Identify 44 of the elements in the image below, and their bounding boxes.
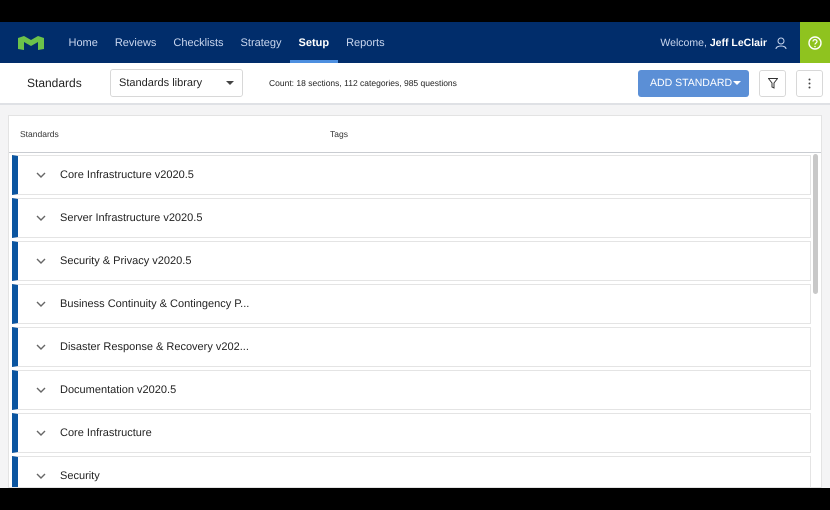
standard-name: Disaster Response & Recovery v202... (60, 341, 249, 353)
standard-name: Business Continuity & Contingency P... (60, 298, 250, 310)
caret-icon (733, 81, 741, 85)
standard-row[interactable]: Security & Privacy v2020.5 (12, 241, 811, 281)
chevron-icon[interactable] (36, 344, 46, 350)
chevron-icon[interactable] (36, 172, 46, 178)
standard-row[interactable]: Documentation v2020.5 (12, 370, 811, 410)
nav-tab[interactable]: Checklists (164, 22, 232, 63)
nav-tab[interactable]: Reviews (106, 22, 165, 63)
library-dropdown[interactable]: Standards library (110, 69, 243, 97)
help-icon (808, 36, 822, 50)
filter-icon (768, 78, 778, 88)
count-text: Count: 18 sections, 112 categories, 985 questions (269, 78, 457, 88)
standard-name: Core Infrastructure (60, 427, 152, 439)
chevron-icon[interactable] (36, 258, 46, 264)
more-icon (808, 78, 811, 88)
chevron-icon[interactable] (36, 215, 46, 221)
standard-row[interactable]: Disaster Response & Recovery v202... (12, 327, 811, 367)
standard-row[interactable]: Business Continuity & Contingency P... (12, 284, 811, 324)
standard-name: Server Infrastructure v2020.5 (60, 212, 202, 224)
user-icon[interactable] (775, 36, 787, 48)
standard-row[interactable]: Server Infrastructure v2020.5 (12, 198, 811, 238)
chevron-icon[interactable] (36, 430, 46, 436)
standard-name: Core Infrastructure v2020.5 (60, 169, 194, 181)
welcome-text: Welcome, Jeff LeClair (660, 36, 767, 48)
nav-tab[interactable]: Reports (338, 22, 394, 63)
standard-name: Documentation v2020.5 (60, 384, 176, 396)
chevron-icon[interactable] (36, 387, 46, 393)
filter-button[interactable] (759, 70, 786, 96)
standard-row[interactable]: Core Infrastructure (12, 413, 811, 453)
standard-name: Security & Privacy v2020.5 (60, 255, 192, 267)
column-header: Standards (20, 129, 60, 139)
caret-icon (226, 81, 234, 85)
nav-tab[interactable]: Strategy (232, 22, 290, 63)
nav-tab[interactable]: Home (60, 22, 106, 63)
standard-name: Security (60, 470, 100, 482)
column-header: Tags (330, 129, 348, 139)
standard-row[interactable]: Security (12, 456, 811, 487)
page-title: Standards (27, 76, 83, 90)
standard-row[interactable]: Core Infrastructure v2020.5 (12, 155, 811, 195)
chevron-icon[interactable] (36, 473, 46, 479)
chevron-icon[interactable] (36, 301, 46, 307)
scrollbar-thumb[interactable] (813, 154, 818, 294)
logo-icon (18, 36, 44, 50)
